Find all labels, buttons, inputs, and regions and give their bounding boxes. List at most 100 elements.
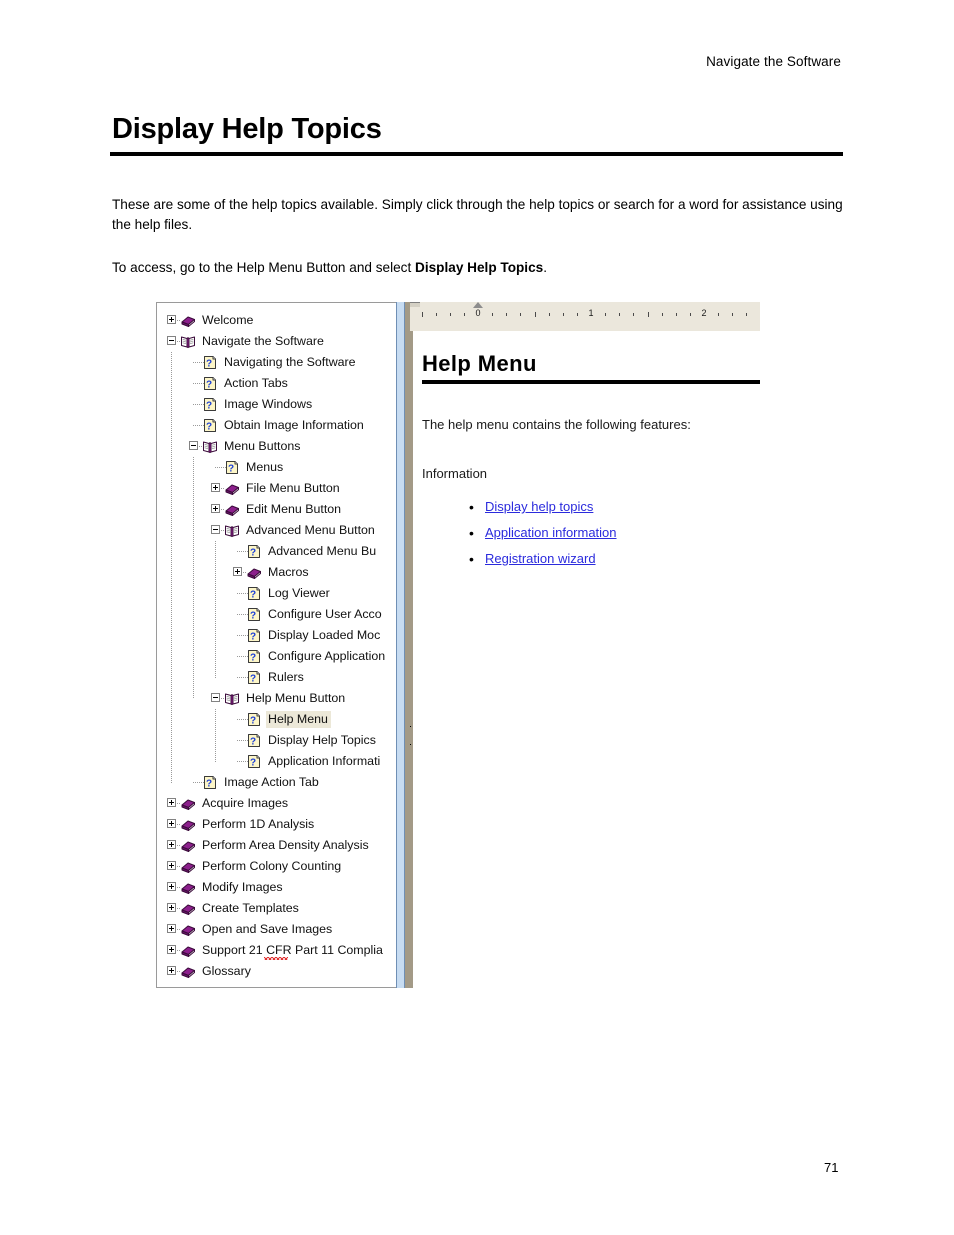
expand-node-icon[interactable] bbox=[167, 882, 176, 891]
tree-item[interactable]: Open and Save Images bbox=[157, 919, 396, 940]
help-page-icon: ? bbox=[246, 754, 262, 769]
help-page-icon: ? bbox=[246, 733, 262, 748]
help-content-pane[interactable]: 0 1 2 Help Menu The help menu contains the… bbox=[410, 302, 760, 988]
tree-item-label: Configure Application bbox=[268, 649, 386, 663]
collapse-node-icon[interactable] bbox=[189, 441, 198, 450]
page-number: 71 bbox=[824, 1160, 839, 1175]
tree-item-label: Configure User Acco bbox=[268, 607, 382, 621]
ruler-number: 0 bbox=[475, 308, 481, 318]
tree-item[interactable]: Perform 1D Analysis bbox=[157, 814, 396, 835]
open-book-icon bbox=[224, 523, 240, 538]
help-page-icon: ? bbox=[202, 376, 218, 391]
tree-item[interactable]: Menu Buttons bbox=[157, 436, 396, 457]
tree-guide-line bbox=[215, 709, 216, 762]
pane-splitter[interactable] bbox=[396, 302, 405, 988]
help-link[interactable]: Application information bbox=[485, 525, 617, 540]
ruler-number: 2 bbox=[701, 308, 707, 318]
tree-guide-line bbox=[171, 352, 172, 783]
tree-item[interactable]: ? Action Tabs bbox=[157, 373, 396, 394]
ruler-tick bbox=[633, 313, 635, 316]
collapse-node-icon[interactable] bbox=[167, 336, 176, 345]
tree-item-label: Macros bbox=[268, 565, 309, 579]
help-contents-tree-pane[interactable]: Welcome Navigate the Software? Navigating … bbox=[156, 302, 396, 988]
tree-item[interactable]: Acquire Images bbox=[157, 793, 396, 814]
closed-book-icon bbox=[180, 943, 196, 958]
tree-item[interactable]: Glossary bbox=[157, 961, 396, 982]
tree-item[interactable]: ? Application Informati bbox=[157, 751, 396, 772]
svg-text:?: ? bbox=[250, 736, 256, 747]
expand-node-icon[interactable] bbox=[211, 483, 220, 492]
expand-node-icon[interactable] bbox=[167, 924, 176, 933]
tree-item[interactable]: ? Display Help Topics bbox=[157, 730, 396, 751]
access-suffix: . bbox=[543, 260, 547, 275]
closed-book-icon bbox=[246, 565, 262, 580]
help-section-label: Information bbox=[422, 466, 488, 482]
svg-text:?: ? bbox=[250, 547, 256, 558]
tree-item[interactable]: ? Obtain Image Information bbox=[157, 415, 396, 436]
closed-book-icon bbox=[180, 901, 196, 916]
ruler-tick bbox=[449, 313, 451, 316]
expand-node-icon[interactable] bbox=[233, 567, 242, 576]
tree-item[interactable]: ? Navigating the Software bbox=[157, 352, 396, 373]
help-page-icon: ? bbox=[202, 355, 218, 370]
tree-item[interactable]: Support 21 CFR Part 11 Complia bbox=[157, 940, 396, 961]
expand-node-icon[interactable] bbox=[167, 861, 176, 870]
expand-node-icon[interactable] bbox=[167, 819, 176, 828]
svg-text:?: ? bbox=[250, 715, 256, 726]
tree-item[interactable]: Perform Area Density Analysis bbox=[157, 835, 396, 856]
collapse-node-icon[interactable] bbox=[211, 693, 220, 702]
expand-node-icon[interactable] bbox=[167, 945, 176, 954]
ruler-tick bbox=[689, 313, 691, 316]
tree-item[interactable]: Perform Colony Counting bbox=[157, 856, 396, 877]
expand-node-icon[interactable] bbox=[167, 966, 176, 975]
expand-node-icon[interactable] bbox=[167, 315, 176, 324]
tree-item-label: Menus bbox=[246, 460, 284, 474]
tree-item[interactable]: ? Help Menu bbox=[157, 709, 396, 730]
svg-text:?: ? bbox=[250, 652, 256, 663]
tree-item[interactable]: Welcome bbox=[157, 310, 396, 331]
access-prefix: To access, go to the Help Menu Button an… bbox=[112, 260, 416, 275]
collapse-node-icon[interactable] bbox=[211, 525, 220, 534]
tree-item[interactable]: Modify Images bbox=[157, 877, 396, 898]
ruler-gap bbox=[410, 331, 760, 335]
help-contents-tree[interactable]: Welcome Navigate the Software? Navigating … bbox=[157, 310, 396, 982]
help-lead-text: The help menu contains the following fea… bbox=[422, 417, 691, 433]
ruler-tick bbox=[605, 313, 607, 316]
first-line-indent-marker[interactable] bbox=[473, 302, 483, 308]
help-link-item: Application information bbox=[469, 520, 756, 546]
help-heading: Help Menu bbox=[422, 351, 537, 376]
document-ruler[interactable]: 0 1 2 bbox=[410, 302, 760, 331]
closed-book-icon bbox=[224, 481, 240, 496]
tree-item-label: Perform Colony Counting bbox=[202, 859, 342, 873]
expand-node-icon[interactable] bbox=[211, 504, 220, 513]
svg-text:?: ? bbox=[250, 631, 256, 642]
tree-item[interactable]: ? Image Windows bbox=[157, 394, 396, 415]
tree-item[interactable]: ? Image Action Tab bbox=[157, 772, 396, 793]
ruler-tick bbox=[506, 313, 508, 316]
tree-item-label: Action Tabs bbox=[224, 376, 288, 390]
help-link-list: Display help topics Application informati… bbox=[422, 494, 756, 572]
tree-item-label: Rulers bbox=[268, 670, 304, 684]
tree-item-label: Obtain Image Information bbox=[224, 418, 364, 432]
tree-item[interactable]: Navigate the Software bbox=[157, 331, 396, 352]
expand-node-icon[interactable] bbox=[167, 840, 176, 849]
help-page-icon: ? bbox=[202, 418, 218, 433]
tree-item-label: Help Menu Button bbox=[246, 691, 346, 705]
tree-item[interactable]: Create Templates bbox=[157, 898, 396, 919]
access-paragraph: To access, go to the Help Menu Button an… bbox=[112, 258, 844, 278]
help-link[interactable]: Display help topics bbox=[485, 499, 593, 514]
ruler-tick bbox=[732, 313, 734, 316]
tree-item-label: Image Action Tab bbox=[224, 775, 319, 789]
tree-item-label: Application Informati bbox=[268, 754, 381, 768]
expand-node-icon[interactable] bbox=[167, 798, 176, 807]
expand-node-icon[interactable] bbox=[167, 903, 176, 912]
help-page-icon: ? bbox=[246, 670, 262, 685]
closed-book-icon bbox=[180, 817, 196, 832]
intro-paragraph: These are some of the help topics availa… bbox=[112, 197, 843, 232]
title-divider bbox=[110, 152, 843, 156]
help-link[interactable]: Registration wizard bbox=[485, 551, 596, 566]
ruler-lower-band bbox=[410, 321, 760, 331]
closed-book-icon bbox=[180, 313, 196, 328]
svg-text:?: ? bbox=[250, 610, 256, 621]
closed-book-icon bbox=[180, 922, 196, 937]
